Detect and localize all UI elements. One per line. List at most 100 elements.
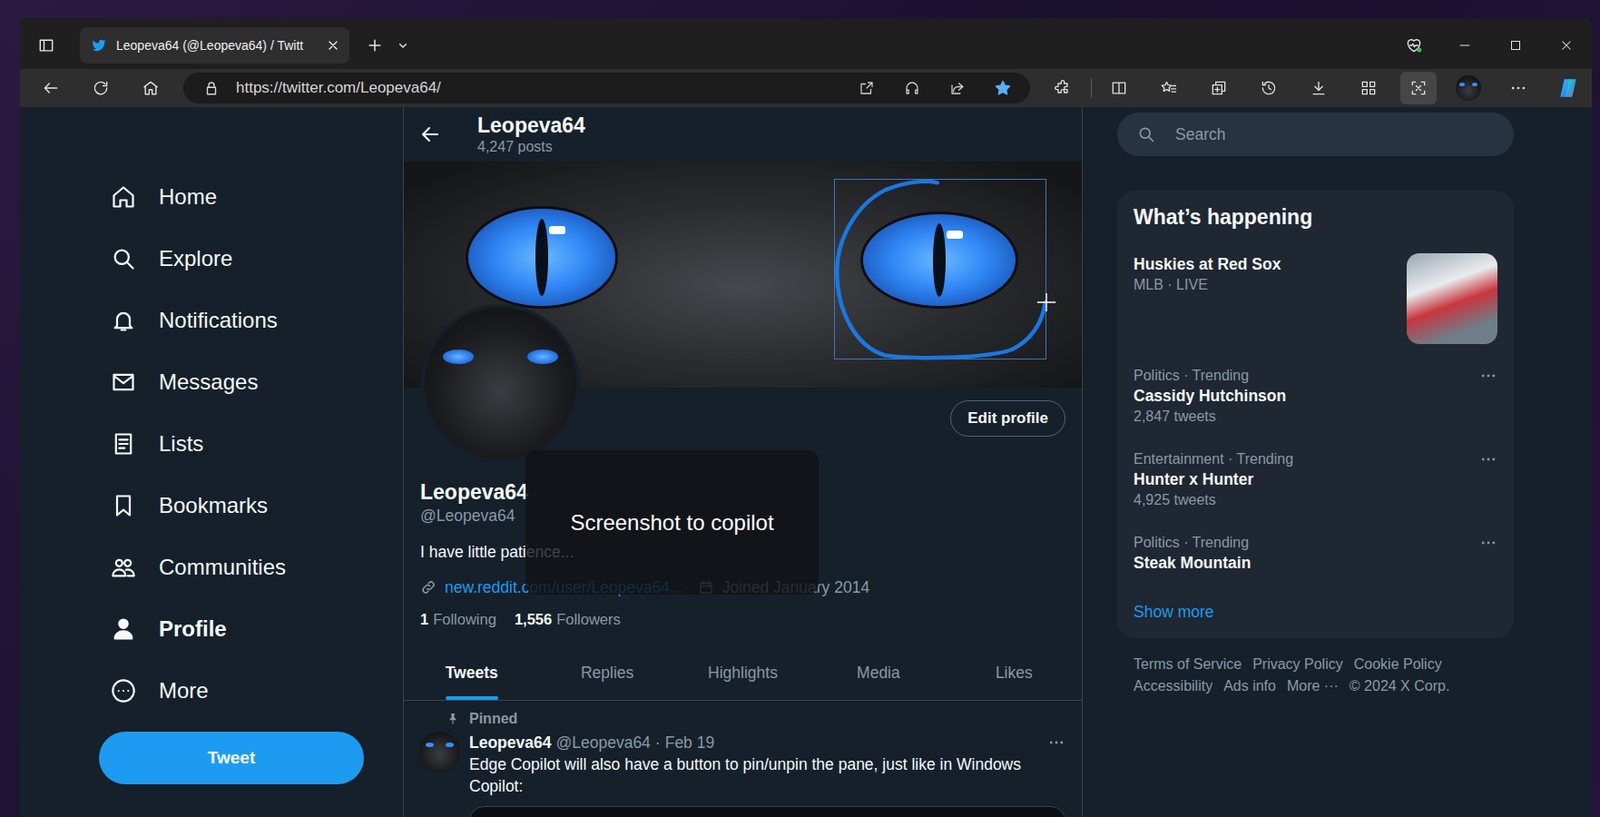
left-sidebar: HomeExploreNotificationsMessagesListsBoo… xyxy=(19,107,403,817)
trend-more-icon[interactable] xyxy=(1479,450,1498,469)
nav-item[interactable]: Explore xyxy=(98,227,403,290)
tweet-text: Edge Copilot will also have a button to … xyxy=(469,753,1066,797)
minimize-button[interactable] xyxy=(1439,27,1491,64)
edit-profile-button[interactable]: Edit profile xyxy=(950,400,1066,437)
apps-button[interactable] xyxy=(1350,71,1387,105)
tweet-body-row: Leopeva64@Leopeva64·Feb 19Edge Copilot w… xyxy=(419,731,1066,817)
search-box[interactable]: Search xyxy=(1117,112,1514,157)
nav-item[interactable]: More xyxy=(98,659,403,722)
tweet-media[interactable] xyxy=(469,805,1066,817)
tab-actions-button[interactable] xyxy=(29,29,63,62)
tweet-author[interactable]: Leopeva64 xyxy=(469,731,551,754)
trend-name: Cassidy Hutchinson xyxy=(1133,384,1469,407)
home-button[interactable] xyxy=(132,71,169,105)
trend-item[interactable]: Politics · TrendingCassidy Hutchinson2,8… xyxy=(1117,354,1514,439)
footer-link[interactable]: Ads info xyxy=(1223,676,1277,697)
tweet-avatar[interactable] xyxy=(419,731,461,773)
split-screen-icon xyxy=(1109,78,1129,98)
profile-tab[interactable]: Highlights xyxy=(675,647,811,700)
history-button[interactable] xyxy=(1250,71,1287,105)
share-button[interactable] xyxy=(942,74,972,102)
collections-button[interactable] xyxy=(1200,71,1237,105)
toolbar: https://twitter.com/Leopeva64/ xyxy=(19,68,1592,108)
trend-item[interactable]: Entertainment · TrendingHunter x Hunter4… xyxy=(1117,438,1514,522)
browser-tab[interactable]: Leopeva64 (@Leopeva64) / Twitt xyxy=(79,27,350,64)
back-button[interactable] xyxy=(32,71,69,105)
following-link[interactable]: 1Following xyxy=(420,608,497,630)
footer-link[interactable]: Privacy Policy xyxy=(1252,654,1344,675)
tab-actions-icon xyxy=(37,36,56,55)
screenshot-selection[interactable] xyxy=(834,178,1047,360)
drag-area[interactable] xyxy=(413,21,1389,69)
profile-tab[interactable]: Replies xyxy=(539,647,675,700)
open-in-app-button[interactable] xyxy=(852,74,882,102)
screenshot-button[interactable] xyxy=(1400,71,1437,105)
main-nav: HomeExploreNotificationsMessagesListsBoo… xyxy=(98,107,403,722)
glint xyxy=(549,225,566,235)
browser-essentials-button[interactable] xyxy=(1388,27,1440,64)
footer-link[interactable]: Accessibility xyxy=(1133,676,1213,697)
banner-eye xyxy=(863,214,1016,306)
headphones-icon xyxy=(903,79,921,97)
refresh-button[interactable] xyxy=(82,71,119,105)
settings-more-button[interactable] xyxy=(1500,71,1537,105)
nav-item[interactable]: Bookmarks xyxy=(98,474,403,537)
tweet-date[interactable]: Feb 19 xyxy=(665,731,715,754)
nav-item[interactable]: Communities xyxy=(98,536,403,599)
followers-link[interactable]: 1,556Followers xyxy=(514,608,621,630)
favorites-button[interactable] xyxy=(1150,71,1188,105)
favorite-button[interactable] xyxy=(988,74,1018,102)
avatar-eye xyxy=(445,742,454,747)
tweet-button[interactable]: Tweet xyxy=(98,731,364,785)
copilot-button[interactable] xyxy=(1550,71,1587,105)
nav-item[interactable]: Profile xyxy=(98,598,403,660)
bookmark-icon xyxy=(110,492,137,519)
address-bar[interactable]: https://twitter.com/Leopeva64/ xyxy=(183,72,1031,104)
address-bar-actions xyxy=(852,74,1018,102)
profile-tab-label: Media xyxy=(856,662,901,683)
headphones-button[interactable] xyxy=(897,74,927,102)
profile-button[interactable] xyxy=(1450,71,1487,105)
maximize-button[interactable] xyxy=(1490,27,1542,64)
split-screen-button[interactable] xyxy=(1100,71,1138,105)
avatar-eye xyxy=(1472,82,1478,87)
trend-more-icon[interactable] xyxy=(1479,366,1498,385)
extensions-button[interactable] xyxy=(1044,71,1081,105)
explore-icon xyxy=(110,245,137,272)
trend-more-icon[interactable] xyxy=(1479,533,1498,552)
card-title: What’s happening xyxy=(1117,203,1514,231)
profile-avatar[interactable] xyxy=(421,304,580,463)
nav-item[interactable]: Messages xyxy=(98,351,403,413)
footer-link[interactable]: Terms of Service xyxy=(1133,654,1242,675)
close-window-button[interactable] xyxy=(1541,27,1592,64)
back-arrow-icon[interactable] xyxy=(419,123,442,146)
footer-link[interactable]: More ··· xyxy=(1286,676,1339,697)
search-icon xyxy=(1137,125,1156,144)
maximize-icon xyxy=(1507,37,1524,54)
profile-tab[interactable]: Likes xyxy=(946,647,1082,700)
nav-item[interactable]: Notifications xyxy=(98,289,403,352)
trend-item[interactable]: Politics · TrendingSteak Mountain xyxy=(1117,521,1514,586)
profile-tab[interactable]: Tweets xyxy=(403,647,540,700)
tweet-more-icon[interactable] xyxy=(1047,733,1066,752)
tab-list-button[interactable] xyxy=(392,29,414,62)
avatar-eye xyxy=(1459,82,1465,87)
lock-icon[interactable] xyxy=(203,79,220,97)
pinned-tweet[interactable]: PinnedLeopeva64@Leopeva64·Feb 19Edge Cop… xyxy=(403,700,1082,817)
twitter-page: HomeExploreNotificationsMessagesListsBoo… xyxy=(19,107,1592,817)
header-titles: Leopeva644,247 posts xyxy=(477,112,586,157)
close-tab-icon[interactable] xyxy=(325,38,341,53)
show-more-link[interactable]: Show more xyxy=(1117,585,1514,639)
nav-item[interactable]: Lists xyxy=(98,412,403,475)
toast-label: Screenshot to copilot xyxy=(569,510,774,536)
new-tab-button[interactable] xyxy=(360,29,390,62)
download-button[interactable] xyxy=(1300,71,1337,105)
event-item[interactable]: Huskies at Red SoxMLB · LIVE xyxy=(1117,230,1514,355)
profile-tab-inner: Media xyxy=(856,647,901,700)
profile-tab[interactable]: Media xyxy=(810,647,946,700)
footer-link[interactable]: © 2024 X Corp. xyxy=(1349,676,1451,697)
footer-link[interactable]: Cookie Policy xyxy=(1354,654,1443,675)
tab-underline xyxy=(995,696,1033,700)
address-text[interactable]: https://twitter.com/Leopeva64/ xyxy=(235,78,853,98)
nav-item[interactable]: Home xyxy=(98,166,403,228)
